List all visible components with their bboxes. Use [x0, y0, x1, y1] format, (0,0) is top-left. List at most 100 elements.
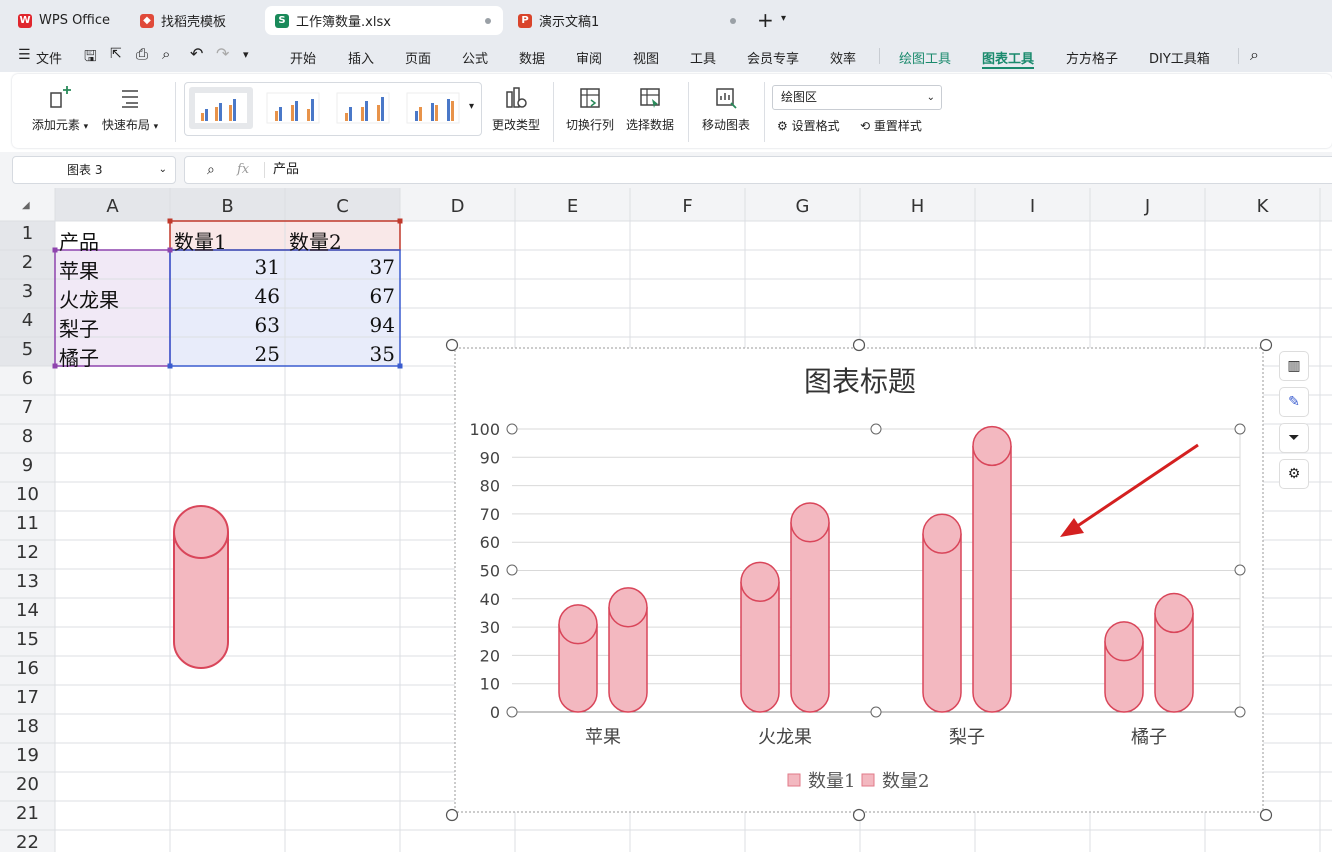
menu-home[interactable]: 开始: [290, 48, 316, 67]
chart-settings-icon[interactable]: ⚙: [1279, 459, 1309, 489]
bar-数量1-火龙果[interactable]: [740, 561, 780, 713]
save-icon[interactable]: 🖫: [84, 46, 97, 71]
bar-数量2-火龙果[interactable]: [790, 502, 830, 713]
change-type-button[interactable]: 更改类型: [488, 86, 544, 133]
menu-ffgz[interactable]: 方方格子: [1066, 48, 1118, 67]
column-header-f[interactable]: F: [630, 188, 745, 221]
row-header-5[interactable]: 5: [0, 339, 55, 368]
row-header-2[interactable]: 2: [0, 252, 55, 281]
search-icon[interactable]: ⌕: [1250, 45, 1259, 65]
column-header-g[interactable]: G: [745, 188, 860, 221]
chart-resize-handle[interactable]: [852, 808, 866, 822]
menu-review[interactable]: 审阅: [576, 48, 602, 67]
bar-数量2-橘子[interactable]: [1154, 592, 1194, 713]
row-header-18[interactable]: 18: [0, 716, 55, 745]
row-header-1[interactable]: 1: [0, 223, 55, 252]
export-icon[interactable]: ⇱: [110, 46, 122, 62]
row-header-15[interactable]: 15: [0, 629, 55, 658]
menu-insert[interactable]: 插入: [348, 48, 374, 67]
add-element-button[interactable]: 添加元素 ▾: [28, 86, 92, 133]
row-header-16[interactable]: 16: [0, 658, 55, 687]
row-header-19[interactable]: 19: [0, 745, 55, 774]
reset-style-button[interactable]: ⟲ 重置样式: [860, 117, 922, 134]
zoom-formula-icon[interactable]: ⌕: [207, 157, 215, 183]
formula-input[interactable]: ⌕ fx 产品: [184, 156, 1332, 184]
bar-数量2-梨子[interactable]: [972, 425, 1012, 713]
plot-area-handle[interactable]: [1234, 706, 1246, 718]
range-handle[interactable]: [397, 363, 403, 369]
menu-view[interactable]: 视图: [633, 48, 659, 67]
column-header-h[interactable]: H: [860, 188, 975, 221]
cell-c5[interactable]: 35: [285, 342, 395, 366]
menu-tools[interactable]: 工具: [690, 48, 716, 67]
row-header-14[interactable]: 14: [0, 600, 55, 629]
plot-area-handle[interactable]: [506, 706, 518, 718]
bar-数量1-梨子[interactable]: [922, 513, 962, 713]
row-header-6[interactable]: 6: [0, 368, 55, 397]
undo-icon[interactable]: ↶: [190, 44, 203, 63]
plot-area-handle[interactable]: [1234, 423, 1246, 435]
cell-c2[interactable]: 37: [285, 255, 395, 279]
row-header-10[interactable]: 10: [0, 484, 55, 513]
menu-membership[interactable]: 会员专享: [747, 48, 799, 67]
cell-a1[interactable]: 产品: [59, 226, 99, 255]
row-header-3[interactable]: 3: [0, 281, 55, 310]
chart-resize-handle[interactable]: [445, 808, 459, 822]
row-header-17[interactable]: 17: [0, 687, 55, 716]
row-header-13[interactable]: 13: [0, 571, 55, 600]
chart-style-2[interactable]: [261, 87, 325, 129]
menu-diy-toolbox[interactable]: DIY工具箱: [1149, 48, 1210, 67]
chart-title[interactable]: 图表标题: [804, 365, 916, 398]
chart-area-select[interactable]: 绘图区 ⌄: [772, 85, 942, 110]
redo-icon[interactable]: ↷: [216, 44, 229, 63]
chevron-down-icon[interactable]: ▾: [781, 13, 786, 24]
cell-b3[interactable]: 46: [170, 284, 280, 308]
print-icon[interactable]: ⎙: [136, 45, 148, 63]
bar-数量2-苹果[interactable]: [608, 587, 648, 713]
chart-resize-handle[interactable]: [1259, 808, 1273, 822]
print-preview-icon[interactable]: ⌕: [162, 45, 170, 63]
chart-style-1[interactable]: [189, 87, 253, 129]
cell-c1[interactable]: 数量2: [289, 226, 342, 255]
column-header-c[interactable]: C: [285, 188, 400, 221]
tab-workbook[interactable]: S 工作簿数量.xlsx: [265, 6, 503, 35]
cylinder-shape[interactable]: [170, 502, 232, 672]
row-header-22[interactable]: 22: [0, 832, 55, 861]
chart-resize-handle[interactable]: [1259, 338, 1273, 352]
column-header-b[interactable]: B: [170, 188, 285, 221]
plot-area-handle[interactable]: [870, 706, 882, 718]
cell-a5[interactable]: 橘子: [59, 342, 99, 371]
row-header-12[interactable]: 12: [0, 542, 55, 571]
row-header-21[interactable]: 21: [0, 803, 55, 832]
plot-area-handle[interactable]: [506, 423, 518, 435]
name-box[interactable]: 图表 3 ⌄: [12, 156, 176, 184]
column-header-j[interactable]: J: [1090, 188, 1205, 221]
move-chart-button[interactable]: 移动图表: [698, 86, 754, 133]
column-header-i[interactable]: I: [975, 188, 1090, 221]
select-all-icon[interactable]: ◢: [22, 200, 30, 211]
chart-style-4[interactable]: [401, 87, 465, 129]
column-header-a[interactable]: A: [55, 188, 170, 221]
menu-page[interactable]: 页面: [405, 48, 431, 67]
cell-c4[interactable]: 94: [285, 313, 395, 337]
row-header-20[interactable]: 20: [0, 774, 55, 803]
chart-resize-handle[interactable]: [445, 338, 459, 352]
plot-area-handle[interactable]: [1234, 564, 1246, 576]
cell-c3[interactable]: 67: [285, 284, 395, 308]
chart-filter-icon[interactable]: ⏷: [1279, 423, 1309, 453]
cell-b2[interactable]: 31: [170, 255, 280, 279]
menu-data[interactable]: 数据: [519, 48, 545, 67]
row-header-7[interactable]: 7: [0, 397, 55, 426]
row-header-11[interactable]: 11: [0, 513, 55, 542]
chart-style-brush-icon[interactable]: ✎: [1279, 387, 1309, 417]
tab-wps-office[interactable]: W WPS Office: [8, 6, 124, 35]
menu-drawing-tools[interactable]: 绘图工具: [899, 48, 951, 67]
chevron-down-icon[interactable]: ▾: [243, 48, 249, 61]
row-header-8[interactable]: 8: [0, 426, 55, 455]
menu-chart-tools[interactable]: 图表工具: [982, 48, 1034, 67]
cell-a4[interactable]: 梨子: [59, 313, 99, 342]
tab-docer[interactable]: ◆ 找稻壳模板: [130, 6, 260, 35]
bar-数量1-橘子[interactable]: [1104, 621, 1144, 713]
column-header-e[interactable]: E: [515, 188, 630, 221]
plot-area-handle[interactable]: [506, 564, 518, 576]
